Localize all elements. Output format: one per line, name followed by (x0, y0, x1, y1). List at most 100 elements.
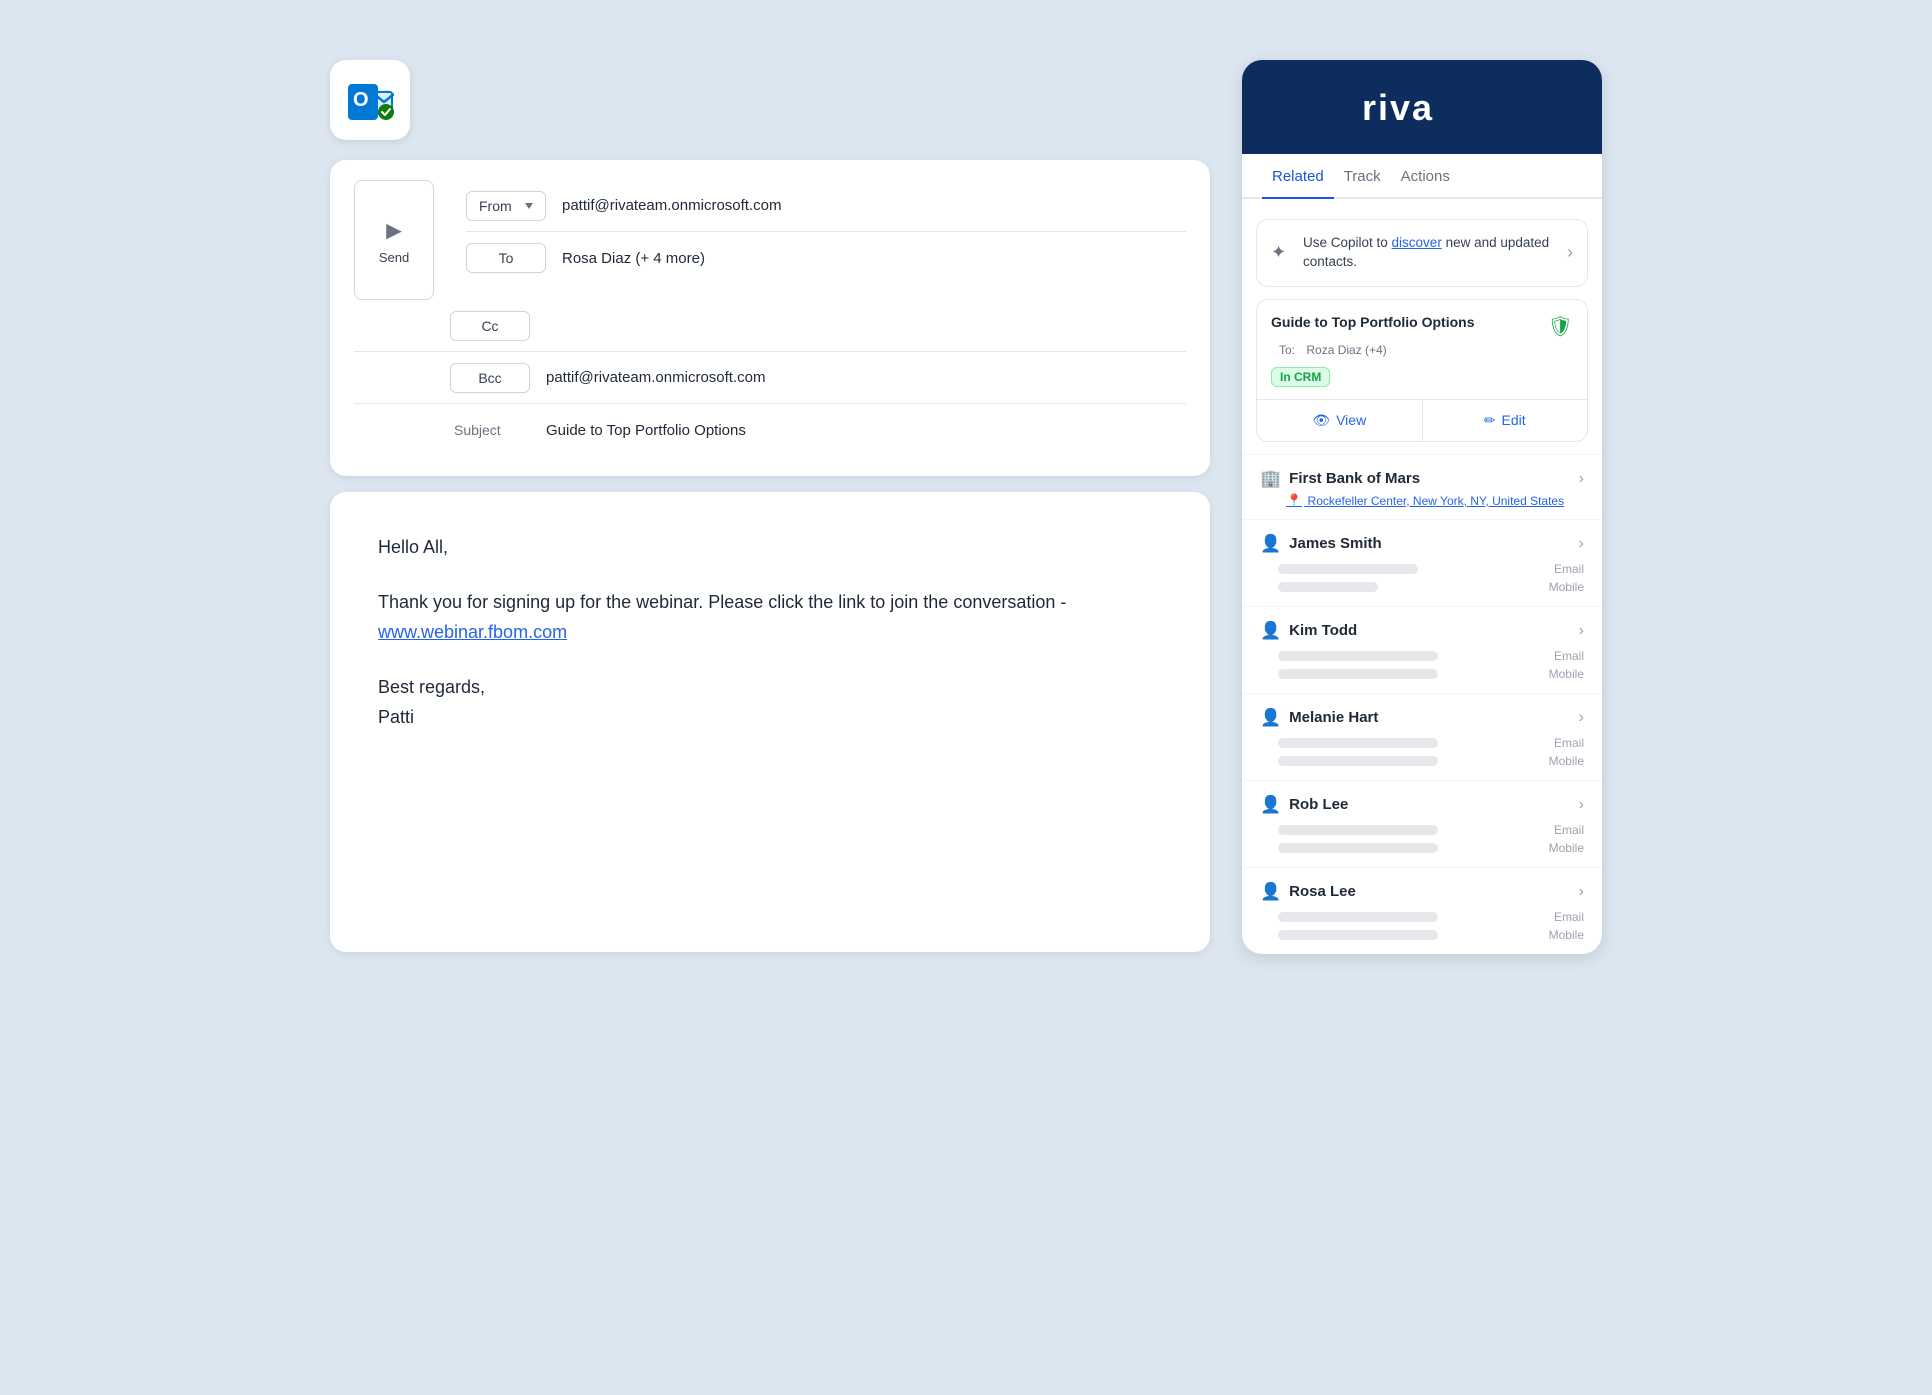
rosa-lee-email-placeholder (1278, 912, 1438, 922)
view-button[interactable]: 👁 View (1257, 400, 1423, 441)
rob-lee-email-label: Email (1554, 823, 1584, 837)
email-card-actions: 👁 View ✏ Edit (1257, 399, 1587, 441)
from-row: From pattif@rivateam.onmicrosoft.com (466, 180, 1186, 232)
rob-lee-mobile-row: Mobile (1242, 839, 1602, 857)
subject-value[interactable]: Guide to Top Portfolio Options (546, 414, 1186, 447)
riva-tabs: Related Track Actions (1242, 154, 1602, 199)
kim-todd-email-row: Email (1242, 647, 1602, 665)
greeting: Hello All, (378, 532, 1162, 563)
copilot-arrow-icon: › (1567, 242, 1573, 263)
compose-fields: ► Send From pattif@rivateam.onmicroso (354, 180, 1186, 456)
building-icon: 🏢 (1260, 469, 1281, 489)
svg-text:O: O (353, 89, 369, 111)
riva-header: riva (1242, 60, 1602, 154)
kim-todd-mobile-placeholder (1278, 669, 1438, 679)
company-chevron-icon: › (1579, 470, 1584, 488)
send-icon: ► (381, 215, 407, 246)
chevron-icon-rosa-lee: › (1579, 883, 1584, 901)
to-label: To (466, 243, 546, 273)
contact-header-james-smith[interactable]: 👤 James Smith › (1242, 520, 1602, 560)
cc-row: Cc (354, 300, 1186, 352)
rosa-lee-mobile-label: Mobile (1549, 928, 1584, 942)
closing: Best regards, (378, 672, 1162, 703)
copilot-icon: ✦ (1271, 242, 1293, 263)
to-row: To Rosa Diaz (+ 4 more) (466, 232, 1186, 284)
email-panel: O ► Send (330, 60, 1210, 952)
kim-todd-email-label: Email (1554, 649, 1584, 663)
email-card-to: To: Roza Diaz (+4) (1271, 343, 1573, 357)
rosa-lee-email-row: Email (1242, 908, 1602, 926)
location-icon: 📍 (1286, 493, 1302, 508)
person-icon: 👤 (1260, 534, 1281, 554)
contact-rob-lee: 👤 Rob Lee › Email Mobile (1242, 780, 1602, 857)
webinar-link[interactable]: www.webinar.fbom.com (378, 622, 567, 642)
tab-related[interactable]: Related (1262, 154, 1334, 199)
contact-header-melanie-hart[interactable]: 👤 Melanie Hart › (1242, 694, 1602, 734)
contact-rosa-lee: 👤 Rosa Lee › Email Mobile (1242, 867, 1602, 944)
melanie-hart-email-label: Email (1554, 736, 1584, 750)
send-label: Send (379, 250, 409, 265)
contact-kim-todd: 👤 Kim Todd › Email Mobile (1242, 606, 1602, 683)
rob-lee-mobile-placeholder (1278, 843, 1438, 853)
contact-name-rosa-lee: Rosa Lee (1289, 883, 1356, 900)
tab-track[interactable]: Track (1334, 154, 1391, 199)
melanie-hart-mobile-row: Mobile (1242, 752, 1602, 770)
rosa-lee-mobile-placeholder (1278, 930, 1438, 940)
company-address[interactable]: 📍 Rockefeller Center, New York, NY, Unit… (1242, 493, 1602, 519)
james-smith-mobile-label: Mobile (1549, 580, 1584, 594)
rob-lee-email-placeholder (1278, 825, 1438, 835)
send-button[interactable]: ► Send (354, 180, 434, 300)
bcc-row: Bcc pattif@rivateam.onmicrosoft.com (354, 352, 1186, 404)
from-value: pattif@rivateam.onmicrosoft.com (562, 189, 1186, 222)
copilot-text: Use Copilot to discover new and updated … (1303, 234, 1557, 272)
chevron-icon-kim-todd: › (1579, 622, 1584, 640)
tab-actions[interactable]: Actions (1391, 154, 1460, 199)
email-compose: ► Send From pattif@rivateam.onmicroso (330, 160, 1210, 476)
edit-icon: ✏ (1484, 412, 1496, 429)
riva-logo: riva (1362, 84, 1482, 136)
subject-row: Subject Guide to Top Portfolio Options (354, 404, 1186, 456)
james-smith-mobile-row: Mobile (1242, 578, 1602, 596)
to-value[interactable]: Rosa Diaz (+ 4 more) (562, 242, 1186, 275)
company-left: 🏢 First Bank of Mars (1260, 469, 1420, 489)
email-body[interactable]: Hello All, Thank you for signing up for … (330, 492, 1210, 952)
cc-value[interactable] (546, 318, 1186, 334)
email-card: Guide to Top Portfolio Options 🛡 To: Roz… (1256, 299, 1588, 442)
kim-todd-mobile-row: Mobile (1242, 665, 1602, 683)
copilot-banner[interactable]: ✦ Use Copilot to discover new and update… (1256, 219, 1588, 287)
contact-name-rob-lee: Rob Lee (1289, 796, 1348, 813)
view-icon: 👁 (1312, 412, 1330, 429)
bcc-label: Bcc (450, 363, 530, 393)
kim-todd-mobile-label: Mobile (1549, 667, 1584, 681)
rosa-lee-email-label: Email (1554, 910, 1584, 924)
james-smith-email-row: Email (1242, 560, 1602, 578)
contact-header-rosa-lee[interactable]: 👤 Rosa Lee › (1242, 868, 1602, 908)
from-button[interactable]: From (466, 191, 546, 221)
outlook-icon: O (330, 60, 410, 140)
chevron-down-icon (525, 203, 533, 209)
contact-header-kim-todd[interactable]: 👤 Kim Todd › (1242, 607, 1602, 647)
person-icon-melanie-hart: 👤 (1260, 708, 1281, 728)
rosa-lee-mobile-row: Mobile (1242, 926, 1602, 944)
company-name: First Bank of Mars (1289, 470, 1420, 487)
contact-name-kim-todd: Kim Todd (1289, 622, 1357, 639)
body-paragraph: Thank you for signing up for the webinar… (378, 587, 1162, 648)
cc-label: Cc (450, 311, 530, 341)
melanie-hart-email-placeholder (1278, 738, 1438, 748)
chevron-icon-james-smith: › (1579, 535, 1584, 553)
signature: Patti (378, 702, 1162, 733)
contact-melanie-hart: 👤 Melanie Hart › Email Mobile (1242, 693, 1602, 770)
person-icon-rosa-lee: 👤 (1260, 882, 1281, 902)
rob-lee-email-row: Email (1242, 821, 1602, 839)
company-row[interactable]: 🏢 First Bank of Mars › (1242, 454, 1602, 493)
melanie-hart-email-row: Email (1242, 734, 1602, 752)
in-crm-badge: In CRM (1271, 367, 1330, 387)
riva-panel: riva Related Track Actions ✦ Use Copilot… (1242, 60, 1602, 954)
chevron-icon-melanie-hart: › (1579, 709, 1584, 727)
melanie-hart-mobile-placeholder (1278, 756, 1438, 766)
edit-button[interactable]: ✏ Edit (1423, 400, 1588, 441)
copilot-discover-link[interactable]: discover (1392, 235, 1442, 250)
james-smith-email-placeholder (1278, 564, 1418, 574)
contact-header-rob-lee[interactable]: 👤 Rob Lee › (1242, 781, 1602, 821)
email-card-header: Guide to Top Portfolio Options 🛡 (1271, 314, 1573, 339)
